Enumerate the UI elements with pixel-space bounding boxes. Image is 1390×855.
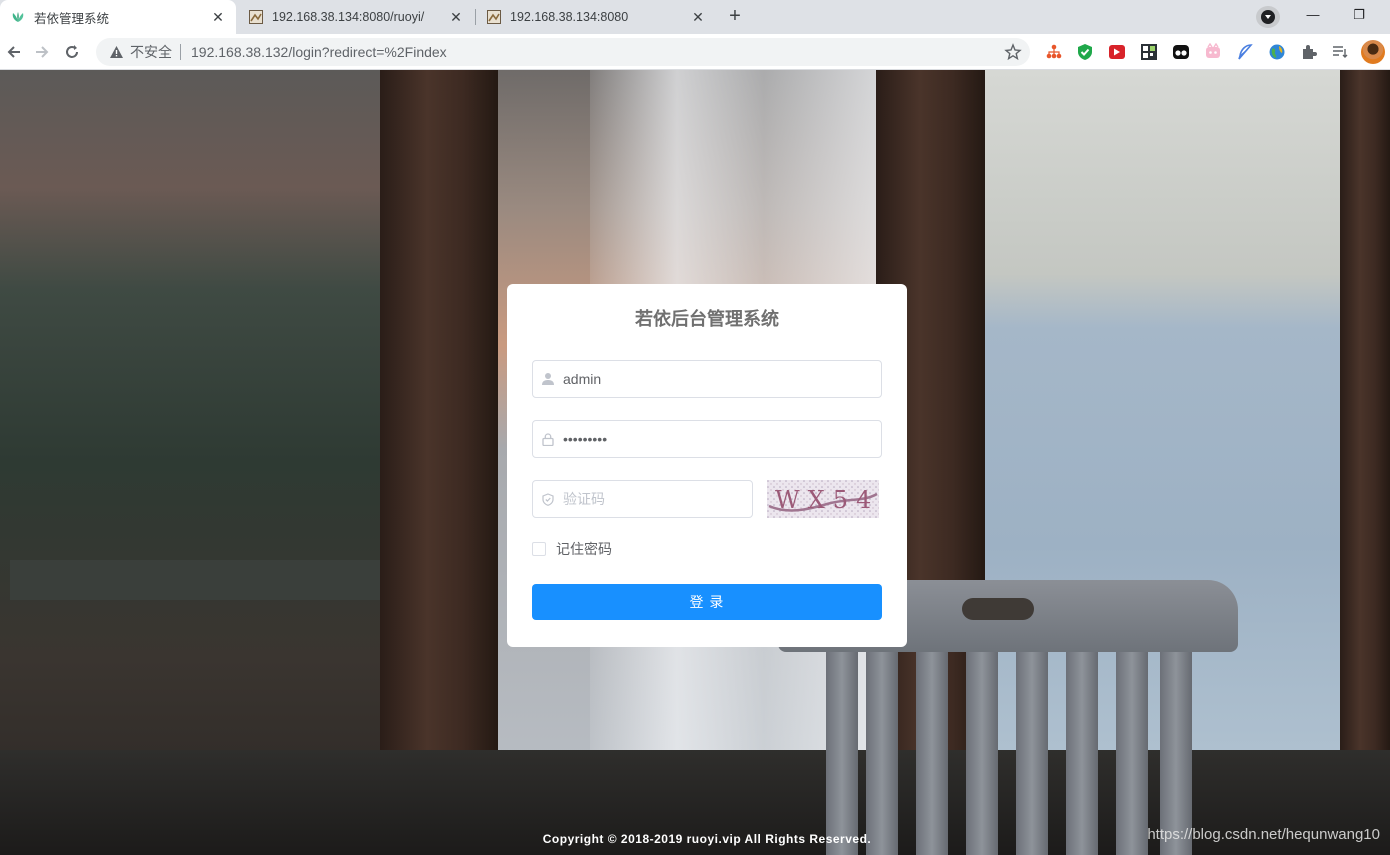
chevron-down-icon	[1261, 10, 1275, 24]
background-photo	[866, 652, 898, 855]
close-icon[interactable]: ✕	[690, 9, 706, 25]
background-photo	[1340, 70, 1390, 770]
background-photo	[826, 652, 858, 855]
username-input[interactable]	[563, 361, 863, 397]
remember-checkbox[interactable]	[532, 542, 546, 556]
profile-avatar[interactable]	[1361, 40, 1385, 64]
tab-strip: 若依管理系统 ✕ 192.168.38.134:8080/ruoyi/ ✕ 19…	[0, 0, 1390, 34]
background-photo	[1116, 652, 1148, 855]
restore-button[interactable]: ❐	[1336, 0, 1382, 30]
background-photo	[962, 598, 1034, 620]
address-bar[interactable]: 不安全 192.168.38.132/login?redirect=%2Find…	[96, 38, 1030, 66]
new-tab-button[interactable]: +	[721, 4, 749, 30]
warning-icon	[108, 44, 124, 60]
page-thumbnail-icon	[486, 9, 502, 25]
extension-globe-icon[interactable]	[1268, 43, 1286, 61]
url-text[interactable]: 192.168.38.132/login?redirect=%2Findex	[191, 44, 447, 60]
remember-label: 记住密码	[556, 541, 612, 557]
reload-button[interactable]	[58, 39, 86, 65]
background-photo	[1066, 652, 1098, 855]
bookmark-star-icon[interactable]	[1004, 43, 1022, 61]
extensions-puzzle-icon[interactable]	[1300, 43, 1318, 61]
divider	[180, 44, 181, 60]
tab-8080-root[interactable]: 192.168.38.134:8080 ✕	[476, 0, 716, 34]
browser-toolbar: 不安全 192.168.38.132/login?redirect=%2Find…	[0, 34, 1390, 70]
background-photo	[1016, 652, 1048, 855]
captcha-input[interactable]	[563, 481, 743, 517]
captcha-image[interactable]: WX54	[767, 480, 879, 518]
tab-ruoyi-8080[interactable]: 192.168.38.134:8080/ruoyi/ ✕	[238, 0, 474, 34]
arrow-right-icon	[36, 46, 49, 58]
background-photo	[0, 70, 385, 855]
tab-ruoyi-login[interactable]: 若依管理系统 ✕	[0, 0, 236, 34]
extension-video-icon[interactable]	[1108, 43, 1126, 61]
extension-pink-icon[interactable]	[1204, 42, 1222, 61]
background-photo	[916, 652, 948, 855]
back-button[interactable]	[0, 39, 28, 65]
arrow-left-icon	[7, 46, 20, 58]
tab-title: 192.168.38.134:8080	[510, 10, 629, 24]
tab-search-button[interactable]	[1256, 6, 1280, 28]
minimize-button[interactable]: —	[1290, 0, 1336, 30]
extension-shield-icon[interactable]	[1076, 43, 1094, 61]
reload-icon	[66, 45, 78, 58]
tab-title: 192.168.38.134:8080/ruoyi/	[272, 10, 425, 24]
captcha-text: WX54	[775, 486, 879, 514]
login-page: 若依后台管理系统 admin ••••••••• 验证码 WX54 记住密码 登…	[0, 70, 1390, 855]
lock-icon	[533, 432, 563, 446]
close-icon[interactable]: ✕	[210, 9, 226, 25]
login-title: 若依后台管理系统	[635, 309, 779, 330]
reading-list-icon[interactable]	[1331, 43, 1349, 61]
extension-glasses-icon[interactable]	[1172, 43, 1190, 61]
background-photo	[10, 560, 380, 600]
remember-me[interactable]: 记住密码	[532, 541, 612, 557]
password-input[interactable]	[563, 421, 863, 457]
background-photo	[966, 652, 998, 855]
close-icon[interactable]: ✕	[448, 9, 464, 25]
background-photo	[1160, 652, 1192, 855]
security-label[interactable]: 不安全	[130, 42, 172, 62]
background-photo	[380, 70, 498, 770]
username-field[interactable]	[532, 360, 882, 398]
forward-button[interactable]	[28, 39, 56, 65]
password-field[interactable]	[532, 420, 882, 458]
leaf-logo-icon	[10, 9, 26, 25]
watermark: https://blog.csdn.net/hequnwang10	[1147, 826, 1380, 843]
login-form: 若依后台管理系统 admin ••••••••• 验证码 WX54 记住密码 登…	[507, 284, 907, 647]
extension-sitemap-icon[interactable]	[1045, 43, 1063, 61]
captcha-field[interactable]	[532, 480, 753, 518]
page-thumbnail-icon	[248, 9, 264, 25]
user-icon	[533, 372, 563, 386]
shield-icon	[533, 492, 563, 506]
login-button[interactable]: 登 录	[532, 584, 882, 620]
extension-feather-icon[interactable]	[1236, 43, 1254, 61]
tab-title: 若依管理系统	[34, 11, 110, 26]
extension-qr-icon[interactable]	[1140, 43, 1158, 61]
